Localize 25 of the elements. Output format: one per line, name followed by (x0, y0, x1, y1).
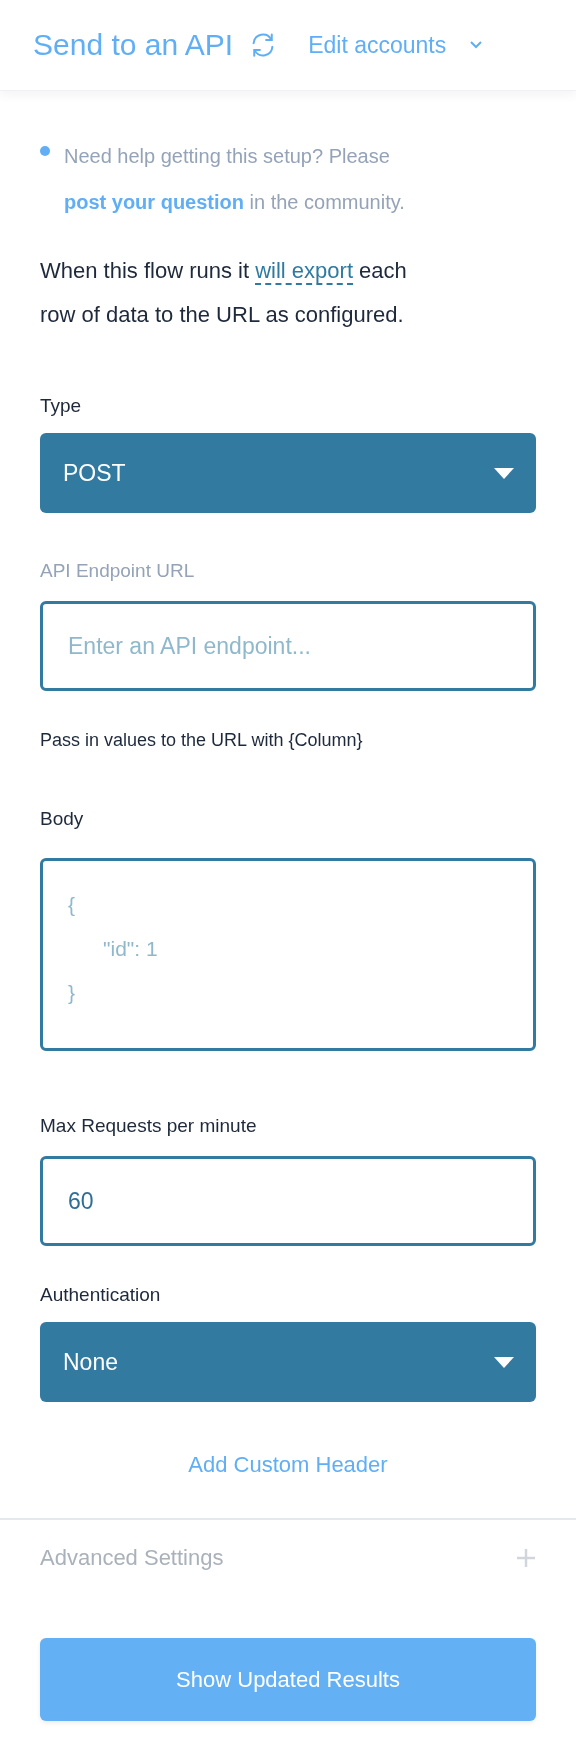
hint-text: Pass in values to the URL with {Column} (40, 729, 364, 752)
export-link[interactable]: will export (255, 258, 353, 285)
caret-down-icon (494, 467, 514, 479)
advanced-settings-toggle[interactable]: Advanced Settings (40, 1545, 224, 1571)
text-field[interactable]: 60 (40, 1156, 536, 1246)
panel-title: Send to an API (33, 28, 234, 62)
chevron-down-icon[interactable] (469, 40, 484, 50)
field-label: Body (40, 807, 85, 831)
plus-icon[interactable] (516, 1548, 536, 1568)
description-text: When this flow runs it will export each row of data to the URL as configured. (40, 257, 408, 329)
help-text: Need help getting this setup? Please post your question in the community. (64, 144, 406, 215)
bullet-icon (40, 146, 50, 156)
show-results-button[interactable]: Show Updated Results (40, 1638, 536, 1721)
edit-accounts-link[interactable]: Edit accounts (308, 31, 484, 59)
text-field[interactable]: Enter an API endpoint... (40, 601, 536, 691)
dropdown[interactable]: None (40, 1322, 536, 1402)
field-label: Max Requests per minute (40, 1114, 258, 1138)
field-label: Type (40, 394, 83, 418)
add-header-link[interactable]: Add Custom Header (188, 1452, 388, 1478)
caret-down-icon (494, 1356, 514, 1368)
field-label: API Endpoint URL (40, 559, 196, 583)
body-field[interactable]: { "id": 1 } (40, 858, 536, 1051)
dropdown[interactable]: POST (40, 433, 536, 513)
field-label: Authentication (40, 1283, 162, 1307)
community-link[interactable]: post your question (64, 191, 244, 213)
